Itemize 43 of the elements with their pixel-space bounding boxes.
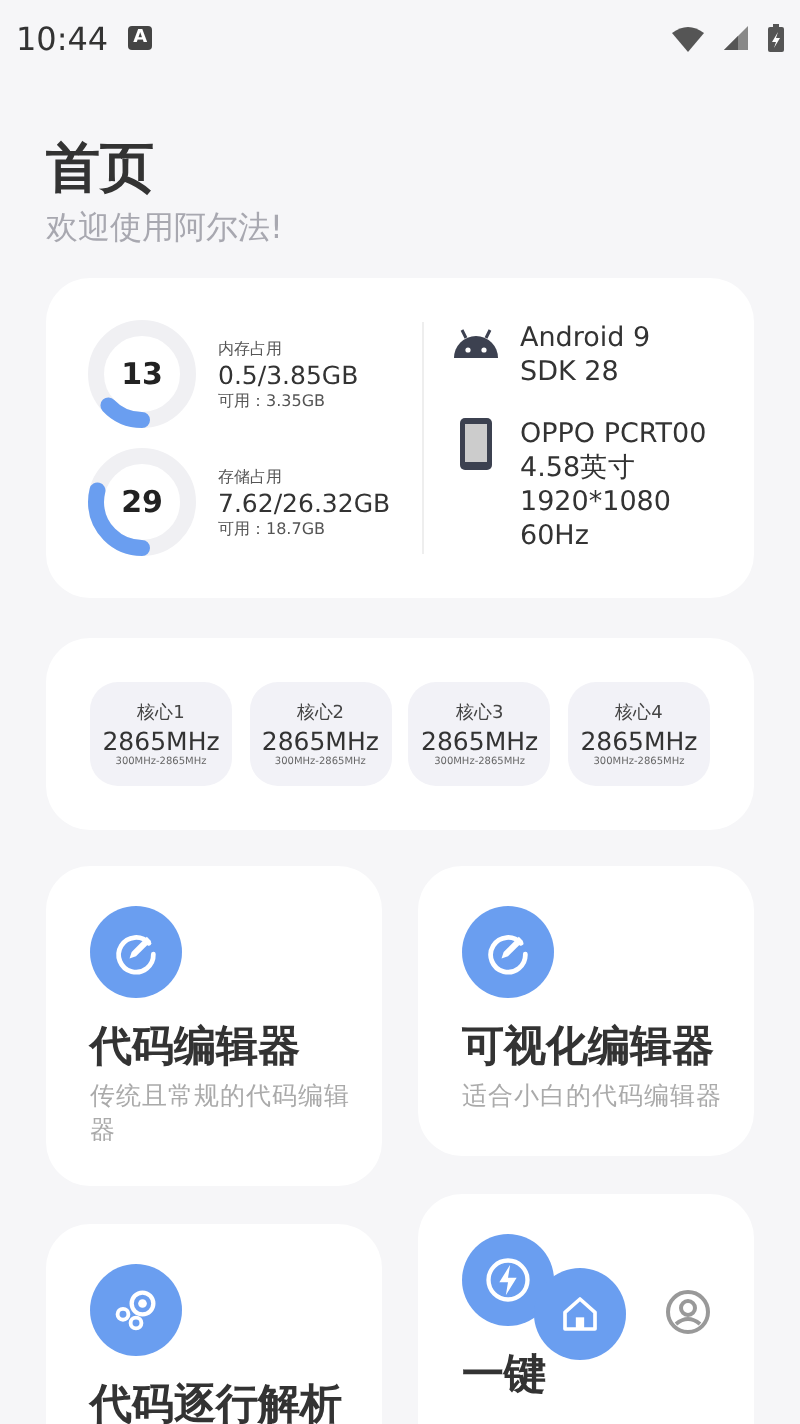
usage-value: 7.62/26.32GB bbox=[218, 487, 391, 517]
feature-card[interactable]: 一键 bbox=[418, 1194, 754, 1424]
signal-icon bbox=[724, 26, 748, 50]
usage-available: 可用：18.7GB bbox=[218, 517, 327, 539]
status-time: 10:44 bbox=[16, 19, 109, 57]
page-title: 首页 bbox=[46, 136, 156, 204]
core-frequency: 2865MHz bbox=[421, 726, 539, 756]
usage-label: 内存占用 bbox=[218, 337, 284, 359]
feature-card[interactable]: 代码逐行解析 bbox=[46, 1224, 382, 1424]
feature-title: 一键 bbox=[462, 1348, 548, 1402]
usage-percent: 13 bbox=[121, 356, 163, 392]
device-info-text: 4.58英寸 bbox=[520, 452, 639, 486]
notification-icon: A bbox=[128, 26, 153, 50]
core-name: 核心2 bbox=[296, 701, 345, 726]
battery-icon bbox=[768, 24, 784, 52]
device-info-text: 1920*1080 bbox=[520, 486, 673, 520]
profile-icon bbox=[664, 1288, 712, 1336]
usage-label: 存储占用 bbox=[218, 465, 284, 487]
system-info-text: SDK 28 bbox=[520, 356, 621, 390]
core-name: 核心1 bbox=[137, 701, 185, 726]
usage-percent: 29 bbox=[121, 484, 163, 520]
usage-value: 0.5/3.85GB bbox=[218, 359, 359, 389]
core-frequency: 2865MHz bbox=[261, 726, 379, 756]
feature-description: 传统且常规的代码编辑器 bbox=[90, 1078, 350, 1146]
core-frequency: 2865MHz bbox=[580, 726, 698, 756]
usage-available: 可用：3.35GB bbox=[218, 389, 327, 411]
device-info-text: 60Hz bbox=[520, 520, 591, 554]
feature-title: 可视化编辑器 bbox=[462, 1020, 716, 1074]
feature-title: 代码编辑器 bbox=[90, 1020, 302, 1074]
feature-description: 适合小白的代码编辑器 bbox=[462, 1078, 722, 1112]
system-info-text: Android 9 bbox=[520, 322, 651, 356]
wifi-icon bbox=[672, 25, 704, 51]
profile-nav-button[interactable] bbox=[662, 1286, 714, 1338]
device-info-text: OPPO PCRT00 bbox=[520, 418, 707, 452]
feature-title: 代码逐行解析 bbox=[90, 1378, 344, 1424]
bolt-icon bbox=[482, 1254, 534, 1306]
feature-card[interactable]: 可视化编辑器 适合小白的代码编辑器 bbox=[418, 866, 754, 1156]
home-icon bbox=[560, 1294, 600, 1334]
welcome-subtitle: 欢迎使用阿尔法! bbox=[46, 208, 285, 250]
feature-card[interactable]: 代码编辑器 传统且常规的代码编辑器 bbox=[46, 866, 382, 1186]
core-name: 核心3 bbox=[455, 701, 504, 726]
core-name: 核心4 bbox=[615, 701, 663, 726]
core-frequency: 2865MHz bbox=[102, 726, 220, 756]
